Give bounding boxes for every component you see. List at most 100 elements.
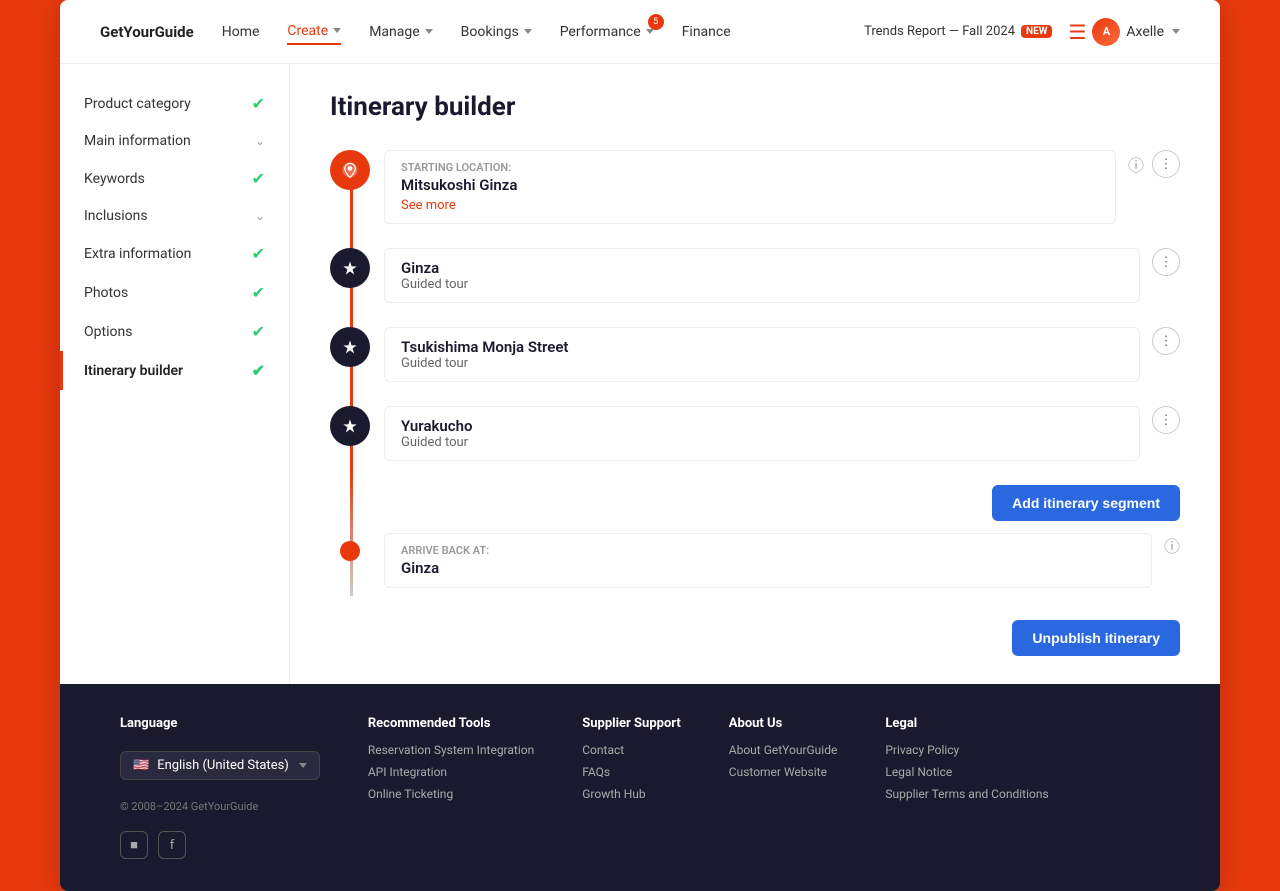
check-icon: ✔ xyxy=(252,322,265,341)
itinerary-row-ginza: Ginza Guided tour ⋮ xyxy=(330,248,1180,303)
social-links: ■ f xyxy=(120,831,320,859)
chevron-down-icon: ⌄ xyxy=(255,134,265,148)
instagram-icon[interactable]: ■ xyxy=(120,831,148,859)
nav-item-performance[interactable]: Performance 5 xyxy=(560,20,654,44)
arrive-name: Ginza xyxy=(401,559,1135,577)
segment-name: Yurakucho xyxy=(401,417,1123,435)
itinerary-container: Starting location: Mitsukoshi Ginza See … xyxy=(330,150,1180,656)
page-title: Itinerary builder xyxy=(330,92,1180,122)
yurakucho-options-button[interactable]: ⋮ xyxy=(1152,406,1180,434)
footer-language-label: Language xyxy=(120,716,320,731)
nav-item-manage[interactable]: Manage xyxy=(369,20,432,44)
footer-legal-title: Legal xyxy=(885,716,1048,731)
unpublish-row: Unpublish itinerary xyxy=(330,604,1180,656)
lang-chevron-icon xyxy=(299,763,307,768)
create-chevron-icon xyxy=(333,28,341,33)
yurakucho-actions: ⋮ xyxy=(1152,406,1180,434)
start-dot xyxy=(330,150,370,190)
footer-link-faqs[interactable]: FAQs xyxy=(582,765,681,779)
nav-item-create[interactable]: Create xyxy=(287,19,341,45)
footer-link-legal-notice[interactable]: Legal Notice xyxy=(885,765,1048,779)
flag-icon: 🇺🇸 xyxy=(133,758,149,773)
segment-name: Tsukishima Monja Street xyxy=(401,338,1123,356)
start-label: Starting location: xyxy=(401,161,1099,174)
arrive-actions: ⓘ xyxy=(1164,533,1180,557)
add-itinerary-segment-button[interactable]: Add itinerary segment xyxy=(992,485,1180,521)
segment-type: Guided tour xyxy=(401,435,1123,450)
footer-link-customer[interactable]: Customer Website xyxy=(729,765,838,779)
arrive-info-button[interactable]: ⓘ xyxy=(1164,533,1180,557)
sparkle-icon xyxy=(342,339,358,355)
info-button[interactable]: ⓘ xyxy=(1128,152,1144,176)
manage-chevron-icon xyxy=(425,29,433,34)
itinerary-row-yurakucho: Yurakucho Guided tour ⋮ xyxy=(330,406,1180,461)
user-name: Axelle xyxy=(1126,24,1164,40)
footer-link-reservation[interactable]: Reservation System Integration xyxy=(368,743,534,757)
sidebar-item-keywords[interactable]: Keywords ✔ xyxy=(60,159,289,198)
footer-link-ticketing[interactable]: Online Ticketing xyxy=(368,787,534,801)
trends-report[interactable]: Trends Report — Fall 2024 NEW xyxy=(864,24,1052,39)
new-badge: NEW xyxy=(1021,25,1052,38)
footer-recommended-col: Recommended Tools Reservation System Int… xyxy=(368,716,534,801)
nav-item-finance[interactable]: Finance xyxy=(682,20,731,44)
language-selector[interactable]: 🇺🇸 English (United States) xyxy=(120,751,320,780)
segment-dot-tsukishima xyxy=(330,327,370,367)
footer-supplier-col: Supplier Support Contact FAQs Growth Hub xyxy=(582,716,681,801)
itinerary-row-tsukishima: Tsukishima Monja Street Guided tour ⋮ xyxy=(330,327,1180,382)
sidebar-item-extra-information[interactable]: Extra information ✔ xyxy=(60,234,289,273)
footer-link-growth[interactable]: Growth Hub xyxy=(582,787,681,801)
footer-about-col: About Us About GetYourGuide Customer Web… xyxy=(729,716,838,779)
performance-badge: 5 xyxy=(648,14,664,30)
tsukishima-options-button[interactable]: ⋮ xyxy=(1152,327,1180,355)
start-location-info: Starting location: Mitsukoshi Ginza See … xyxy=(384,150,1116,224)
sidebar-item-main-information[interactable]: Main information ⌄ xyxy=(60,123,289,159)
footer-language-col: Language 🇺🇸 English (United States) © 20… xyxy=(120,716,320,859)
bookings-chevron-icon xyxy=(524,29,532,34)
segment-type: Guided tour xyxy=(401,356,1123,371)
location-icon xyxy=(341,161,359,179)
footer-link-supplier-terms[interactable]: Supplier Terms and Conditions xyxy=(885,787,1048,801)
arrive-info: Arrive back at: Ginza xyxy=(384,533,1152,588)
user-chevron-icon xyxy=(1172,29,1180,34)
start-actions: ⓘ ⋮ xyxy=(1128,150,1180,178)
see-more-link[interactable]: See more xyxy=(401,198,456,213)
segment-dot-yurakucho xyxy=(330,406,370,446)
nav-item-bookings[interactable]: Bookings xyxy=(461,20,532,44)
itinerary-row-start: Starting location: Mitsukoshi Ginza See … xyxy=(330,150,1180,224)
footer-link-about-gyg[interactable]: About GetYourGuide xyxy=(729,743,838,757)
chevron-down-icon: ⌄ xyxy=(255,209,265,223)
sidebar-item-photos[interactable]: Photos ✔ xyxy=(60,273,289,312)
sparkle-icon xyxy=(342,260,358,276)
performance-chevron-icon xyxy=(646,29,654,34)
footer-link-privacy[interactable]: Privacy Policy xyxy=(885,743,1048,757)
ginza-options-button[interactable]: ⋮ xyxy=(1152,248,1180,276)
check-icon: ✔ xyxy=(252,361,265,380)
segment-info-ginza: Ginza Guided tour xyxy=(384,248,1140,303)
nav-right: Trends Report — Fall 2024 NEW ☰ A Axelle xyxy=(864,18,1180,46)
sidebar: Product category ✔ Main information ⌄ Ke… xyxy=(60,64,290,684)
footer-about-title: About Us xyxy=(729,716,838,731)
unpublish-itinerary-button[interactable]: Unpublish itinerary xyxy=(1012,620,1180,656)
facebook-icon[interactable]: f xyxy=(158,831,186,859)
sidebar-item-inclusions[interactable]: Inclusions ⌄ xyxy=(60,198,289,234)
options-button[interactable]: ⋮ xyxy=(1152,150,1180,178)
check-icon: ✔ xyxy=(252,244,265,263)
arrive-dot-wrap xyxy=(330,533,360,561)
nav-item-home[interactable]: Home xyxy=(222,20,260,44)
segment-name: Ginza xyxy=(401,259,1123,277)
segment-dot-ginza xyxy=(330,248,370,288)
sidebar-item-itinerary-builder[interactable]: Itinerary builder ✔ xyxy=(60,351,289,390)
sidebar-item-product-category[interactable]: Product category ✔ xyxy=(60,84,289,123)
footer-link-api[interactable]: API Integration xyxy=(368,765,534,779)
main-content: Product category ✔ Main information ⌄ Ke… xyxy=(60,64,1220,684)
user-menu[interactable]: ☰ A Axelle xyxy=(1068,18,1180,46)
check-icon: ✔ xyxy=(252,169,265,188)
sidebar-item-options[interactable]: Options ✔ xyxy=(60,312,289,351)
avatar: A xyxy=(1092,18,1120,46)
footer-link-contact[interactable]: Contact xyxy=(582,743,681,757)
segment-info-tsukishima: Tsukishima Monja Street Guided tour xyxy=(384,327,1140,382)
tsukishima-actions: ⋮ xyxy=(1152,327,1180,355)
segment-info-yurakucho: Yurakucho Guided tour xyxy=(384,406,1140,461)
add-segment-area: Add itinerary segment xyxy=(330,485,1180,521)
footer-legal-col: Legal Privacy Policy Legal Notice Suppli… xyxy=(885,716,1048,801)
